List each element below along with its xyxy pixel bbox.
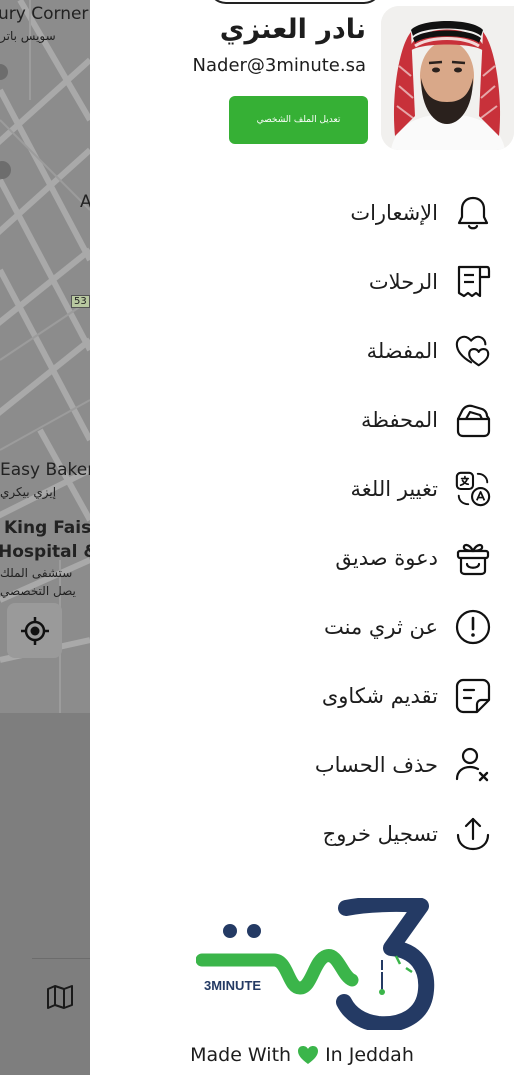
menu-item-label: الإشعارات [350,201,438,225]
menu-item-delete-account[interactable]: حذف الحساب [315,740,492,790]
menu-item-trips[interactable]: الرحلات [369,257,492,307]
menu-item-label: المحفظة [360,408,438,432]
side-drawer: نادر العنزي Nader@3minute.sa تعديل الملف… [90,0,514,1075]
logo-text: 3MINUTE [204,978,261,993]
map-background[interactable]: ury Corner سويس باتر A 53 Easy Baker إيز… [0,0,90,1075]
menu-item-label: دعوة صديق [335,546,438,570]
edit-profile-button[interactable]: تعديل الملف الشخصي [229,96,368,144]
menu-item-about[interactable]: عن ثري منت [324,602,492,652]
my-location-button[interactable] [7,603,62,658]
menu-item-notifications[interactable]: الإشعارات [350,188,492,238]
menu-item-label: الرحلات [368,270,438,294]
receipt-icon [454,263,492,301]
map-icon [47,985,73,1009]
menu-item-label: تغيير اللغة [350,477,439,501]
logout-icon [454,815,492,853]
map-label: ury Corner [0,4,89,24]
map-label: King Faisa [4,518,90,538]
user-photo [381,6,514,150]
menu-item-invite-friend[interactable]: دعوة صديق [335,533,492,583]
map-label: سويس باتر [0,29,56,43]
menu-item-label: حذف الحساب [314,753,438,777]
wallet-icon [454,401,492,439]
menu-item-label: المفضلة [366,339,438,363]
green-heart-icon [297,1045,319,1065]
bell-icon [454,194,492,232]
map-label: يصل التخصصي [0,584,76,598]
bottom-sheet-overlay [0,713,90,1075]
menu-item-logout[interactable]: تسجيل خروج [323,809,492,859]
divider [32,958,90,959]
road-badge: 53 [71,295,90,308]
footer-made-with: Made With [190,1044,292,1066]
gift-icon [454,539,492,577]
user-name: نادر العنزي [219,14,366,45]
menu-item-label: تقديم شكاوى [321,684,438,708]
user-email: Nader@3minute.sa [192,55,366,76]
menu-item-favorites[interactable]: المفضلة [367,326,492,376]
app-logo: 3MINUTE [195,895,436,1033]
drawer-handle[interactable] [208,0,382,4]
info-icon [454,608,492,646]
footer-credit: Made With In Jeddah [90,1044,514,1066]
crosshair-icon [20,616,49,645]
map-label: A [80,192,90,212]
map-tab-button[interactable] [46,984,74,1014]
map-label: Hospital &. [0,542,90,562]
user-remove-icon [454,746,492,784]
menu-item-label: تسجيل خروج [322,822,438,846]
translate-icon [454,470,492,508]
map-label: إيزي بيكري [0,485,57,499]
avatar[interactable] [381,6,514,150]
menu-item-change-language[interactable]: تغيير اللغة [351,464,493,514]
menu-item-label: عن ثري منت [324,615,438,639]
footer-city: In Jeddah [325,1044,414,1066]
menu-item-complaints[interactable]: تقديم شكاوى [322,671,492,721]
hearts-icon [454,332,492,370]
note-icon [454,677,492,715]
menu-item-wallet[interactable]: المحفظة [361,395,492,445]
map-label: Easy Baker [0,460,90,480]
map-label: ستشفى الملك [0,566,73,580]
